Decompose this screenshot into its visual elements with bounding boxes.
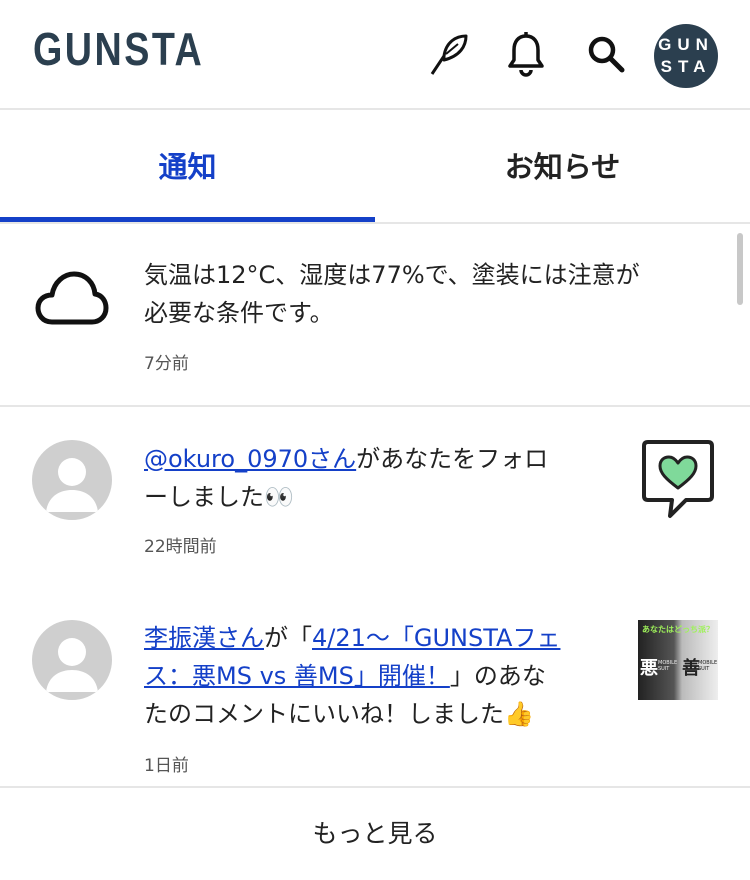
notification-time: 22時間前 [144, 537, 217, 557]
thumbnail-caption-left: MOBILE SUIT [658, 660, 678, 672]
post-thumbnail[interactable]: あなたはどっち派？ 悪 善 MOBILE SUIT MOBILE SUIT [638, 620, 718, 700]
user-avatar[interactable] [32, 620, 112, 700]
notification-text-line2: ーしました👀 [144, 483, 294, 511]
thumbnail-title: あなたはどっち派？ [642, 625, 714, 634]
notification-text-line1: 気温は12°C、湿度は77%で、塗装には注意が [144, 261, 640, 289]
scrollbar[interactable] [737, 233, 743, 305]
feather-icon[interactable] [424, 30, 472, 78]
heart-bubble-icon [642, 440, 714, 518]
notification-text: 気温は12°C、湿度は77%で、塗装には注意が 必要な条件です。 [144, 256, 640, 332]
tab-notifications[interactable]: 通知 [0, 112, 375, 222]
app-header: GUNSTA GUN STA [0, 0, 750, 110]
notification-time: 7分前 [144, 354, 189, 374]
notification-text: @okuro_0970さんがあなたをフォロ ーしました👀 [144, 440, 548, 516]
default-user-icon [46, 638, 98, 692]
avatar-text-line1: GUN [658, 35, 714, 54]
tab-announcements[interactable]: お知らせ [375, 112, 750, 222]
gunsta-logo[interactable]: GUNSTA [33, 22, 204, 76]
user-link[interactable]: @okuro_0970さん [144, 445, 356, 473]
post-link-part1[interactable]: 4/21〜「GUNSTAフェ [312, 624, 560, 652]
notification-text-line3: たのコメントにいいね！しました👍 [144, 700, 534, 728]
cloud-icon [35, 271, 109, 325]
notification-text-mid: が「 [264, 624, 312, 652]
thumbnail-left-kanji: 悪 [640, 658, 658, 679]
bell-icon[interactable] [502, 30, 550, 78]
thumbnail-caption-right: MOBILE SUIT [698, 660, 718, 672]
post-link-part2[interactable]: ス：悪MS vs 善MS」開催！ [144, 662, 450, 690]
notification-text-line2: 必要な条件です。 [144, 299, 334, 327]
more-button[interactable]: もっと見る [0, 786, 750, 880]
tab-bar: 通知 お知らせ [0, 112, 750, 224]
notification-text-rest: 」のあな [449, 662, 546, 690]
search-icon[interactable] [582, 30, 630, 78]
notification-time: 1日前 [144, 756, 189, 776]
default-user-icon [46, 458, 98, 512]
notification-text: 李振漢さんが「4/21〜「GUNSTAフェ ス：悪MS vs 善MS」開催！」の… [144, 619, 560, 733]
user-avatar[interactable] [32, 440, 112, 520]
avatar-text-line2: STA [660, 57, 712, 76]
profile-avatar[interactable]: GUN STA [654, 24, 718, 88]
notification-text-rest: があなたをフォロ [356, 445, 549, 473]
divider [0, 405, 750, 407]
user-link[interactable]: 李振漢さん [144, 624, 264, 652]
